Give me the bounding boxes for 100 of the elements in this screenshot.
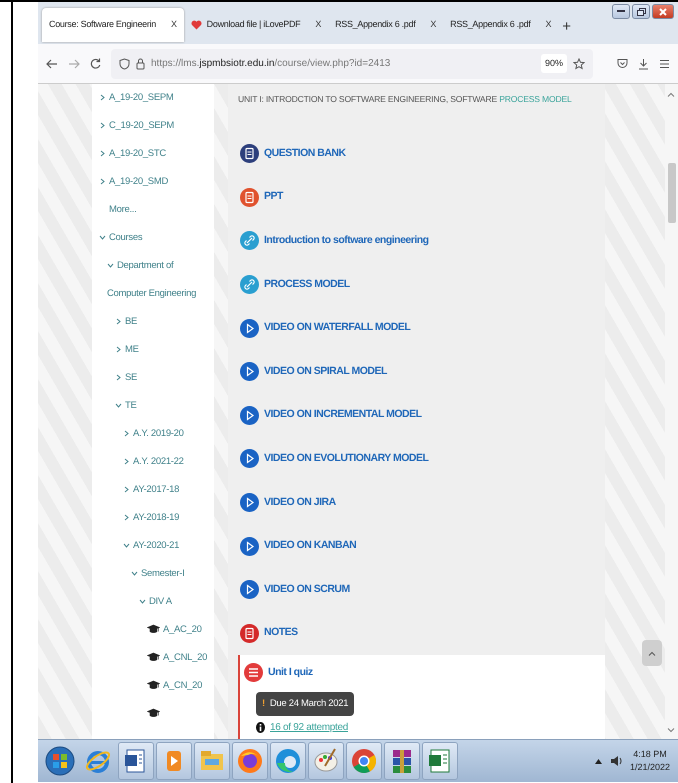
back-button[interactable] bbox=[46, 58, 58, 68]
activity-link[interactable]: VIDEO ON EVOLUTIONARY MODEL bbox=[240, 437, 428, 481]
browser-tab[interactable]: Download file | iLovePDF X bbox=[184, 8, 328, 42]
show-hidden-icons-icon[interactable] bbox=[594, 758, 602, 764]
star-icon[interactable] bbox=[573, 58, 585, 70]
tree-item[interactable]: ME bbox=[99, 336, 210, 364]
caret-icon[interactable] bbox=[115, 402, 122, 409]
tab-close[interactable]: X bbox=[545, 18, 552, 32]
caret-icon[interactable] bbox=[123, 458, 130, 465]
address-bar[interactable]: https://lms.jspmbsiotr.edu.in/course/view.php?id=2413 90% bbox=[111, 48, 593, 78]
taskbar-button[interactable] bbox=[308, 742, 344, 780]
caret-icon[interactable] bbox=[99, 178, 106, 185]
activity-link[interactable]: VIDEO ON INCREMENTAL MODEL bbox=[240, 393, 422, 438]
activity-link[interactable]: VIDEO ON SCRUM bbox=[240, 568, 350, 612]
tree-item[interactable]: Department of Computer Engineering bbox=[99, 252, 210, 308]
tree-item[interactable]: A.Y. 2021-22 bbox=[99, 448, 210, 476]
caret-icon[interactable] bbox=[115, 346, 122, 353]
browser-icon bbox=[349, 746, 379, 776]
activity-link[interactable]: VIDEO ON WATERFALL MODEL bbox=[240, 306, 410, 350]
clock-time: 4:18 PM bbox=[632, 748, 668, 760]
tree-item[interactable]: A_19-20_STC bbox=[99, 140, 210, 168]
tree-item[interactable]: A_CNL_20 bbox=[99, 644, 210, 672]
caret-icon[interactable] bbox=[139, 598, 146, 605]
pocket-icon[interactable] bbox=[617, 58, 628, 69]
tree-item[interactable]: SE bbox=[99, 364, 210, 392]
close-icon bbox=[659, 8, 667, 16]
restore-icon bbox=[636, 8, 646, 16]
windows-orb-icon bbox=[45, 746, 75, 776]
new-tab-button[interactable]: + bbox=[558, 19, 575, 34]
info-icon bbox=[256, 722, 265, 734]
tab-close[interactable]: X bbox=[315, 18, 322, 32]
tree-item[interactable]: Semester-I bbox=[99, 560, 210, 588]
tree-item[interactable]: C_19-20_SEPM bbox=[99, 112, 210, 140]
activity-link[interactable]: VIDEO ON JIRA bbox=[240, 480, 336, 524]
tree-item[interactable]: A_CN_20 bbox=[99, 672, 210, 700]
tab-close[interactable]: X bbox=[170, 18, 177, 32]
graduation-cap-icon bbox=[147, 680, 160, 690]
heart-icon bbox=[190, 20, 202, 30]
tree-item[interactable]: AY-2017-18 bbox=[99, 476, 210, 504]
tree-item[interactable]: More... bbox=[99, 196, 210, 224]
caret-icon[interactable] bbox=[99, 94, 106, 101]
caret-icon[interactable] bbox=[107, 262, 114, 269]
shield-icon bbox=[119, 58, 130, 70]
tree-item[interactable]: A_19-20_SMD bbox=[99, 168, 210, 196]
menu-icon[interactable] bbox=[659, 58, 670, 68]
caret-icon[interactable] bbox=[99, 150, 106, 157]
tree-item[interactable]: A_AC_20 bbox=[99, 616, 210, 644]
caret-icon[interactable] bbox=[99, 122, 106, 129]
tab-close[interactable]: X bbox=[430, 18, 436, 32]
tree-item[interactable]: BE bbox=[99, 308, 210, 336]
taskbar-button[interactable] bbox=[422, 742, 458, 780]
due-date-badge: ! Due 24 March 2021 bbox=[256, 692, 354, 716]
download-icon[interactable] bbox=[638, 58, 649, 70]
graduation-cap-icon bbox=[147, 624, 160, 634]
caret-icon[interactable] bbox=[123, 430, 130, 437]
attempts-link[interactable]: 16 of 92 attempted bbox=[270, 720, 348, 736]
scroll-up-icon[interactable] bbox=[667, 92, 675, 97]
activity-link[interactable]: Introduction to software engineering bbox=[240, 219, 429, 263]
restore-button[interactable] bbox=[632, 4, 650, 19]
activity-link[interactable]: NOTES bbox=[240, 611, 298, 656]
minimize-icon bbox=[617, 10, 625, 13]
caret-icon[interactable] bbox=[115, 374, 122, 381]
url-text[interactable]: https://lms.jspmbsiotr.edu.in/course/view.php?id=2413 bbox=[151, 56, 535, 71]
minimize-button[interactable] bbox=[612, 4, 630, 19]
caret-icon[interactable] bbox=[131, 570, 138, 577]
taskbar-button[interactable] bbox=[384, 742, 420, 780]
tree-item[interactable]: A.Y. 2019-20 bbox=[99, 420, 210, 448]
caret-icon[interactable] bbox=[115, 318, 122, 325]
speaker-icon[interactable] bbox=[610, 755, 622, 767]
browser-tab[interactable]: Course: Software Engineerin X bbox=[42, 8, 184, 42]
caret-icon[interactable] bbox=[123, 542, 130, 549]
activity-link[interactable]: VIDEO ON SPIRAL MODEL bbox=[240, 350, 387, 394]
browser-tab[interactable]: RSS_Appendix 6 .pdf X bbox=[443, 8, 558, 42]
browser-tab[interactable]: RSS_Appendix 6 .pdf X bbox=[328, 8, 444, 42]
scroll-down-icon[interactable] bbox=[667, 728, 675, 733]
activity-link[interactable]: PROCESS MODEL bbox=[240, 262, 350, 306]
browser-icon bbox=[235, 746, 265, 776]
caret-icon[interactable] bbox=[99, 234, 106, 241]
graduation-cap-icon bbox=[147, 652, 160, 662]
taskbar-button[interactable] bbox=[232, 742, 268, 780]
activity-link[interactable]: PPT bbox=[240, 175, 283, 220]
graduation-cap-icon bbox=[147, 708, 160, 718]
reload-button[interactable] bbox=[90, 58, 101, 69]
taskbar-button[interactable] bbox=[118, 742, 154, 780]
zoom-level[interactable]: 90% bbox=[540, 54, 567, 74]
tree-item[interactable]: TE bbox=[99, 392, 210, 420]
caret-icon[interactable] bbox=[123, 514, 130, 521]
tree-item[interactable]: A_19-20_SEPM bbox=[99, 84, 210, 112]
tree-item[interactable]: AY-2018-19 bbox=[99, 504, 210, 532]
tree-item[interactable]: Courses bbox=[99, 224, 210, 252]
activity-link[interactable]: QUESTION BANK bbox=[240, 132, 346, 176]
tree-item[interactable]: AY-2020-21 bbox=[99, 532, 210, 560]
section-heading: UNIT I: INTRODCTION TO SOFTWARE ENGINEERING, SOFTWARE PROCESS MODEL bbox=[237, 93, 573, 106]
quiz-link[interactable]: Unit I quiz bbox=[244, 663, 313, 682]
taskbar-button[interactable] bbox=[346, 742, 382, 780]
tree-item[interactable]: DIV A bbox=[99, 588, 210, 616]
close-button[interactable] bbox=[652, 4, 674, 19]
scrollbar-thumb[interactable] bbox=[668, 163, 676, 223]
caret-icon[interactable] bbox=[123, 486, 130, 493]
activity-link[interactable]: VIDEO ON KANBAN bbox=[240, 524, 356, 568]
